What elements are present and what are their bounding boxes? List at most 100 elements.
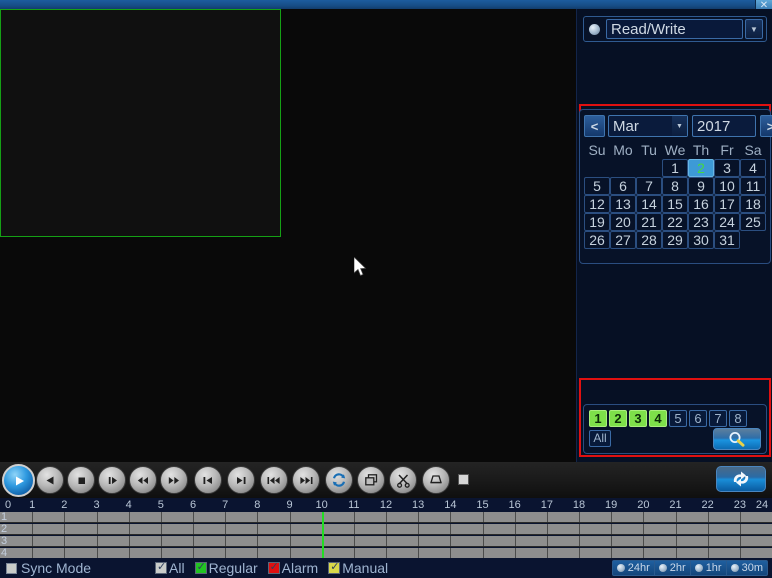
search-button[interactable] xyxy=(713,428,761,450)
calendar-day-17[interactable]: 17 xyxy=(714,195,740,213)
calendar-day-30[interactable]: 30 xyxy=(688,231,714,249)
channel-button-1[interactable]: 1 xyxy=(589,410,607,427)
calendar-day-23[interactable]: 23 xyxy=(688,213,714,231)
calendar-day-20[interactable]: 20 xyxy=(610,213,636,231)
sync-backup-button[interactable] xyxy=(716,466,766,492)
month-dropdown[interactable]: Mar ▼ xyxy=(608,115,688,137)
reverse-play-button[interactable] xyxy=(36,466,64,494)
play-button[interactable] xyxy=(2,464,35,497)
timeline-row-channel-1[interactable]: 1 xyxy=(0,511,772,523)
calendar-day-5[interactable]: 5 xyxy=(584,177,610,195)
calendar-day-3[interactable]: 3 xyxy=(714,159,740,177)
previous-frame-button[interactable] xyxy=(194,466,222,494)
repeat-button[interactable] xyxy=(325,466,353,494)
timeline-row-channel-3[interactable]: 3 xyxy=(0,535,772,547)
calendar-day-28[interactable]: 28 xyxy=(636,231,662,249)
legend-item-regular[interactable]: Regular xyxy=(194,560,258,576)
calendar-day-19[interactable]: 19 xyxy=(584,213,610,231)
radio-icon[interactable] xyxy=(658,564,667,572)
legend-item-manual[interactable]: Manual xyxy=(328,560,388,576)
calendar-day-25[interactable]: 25 xyxy=(740,213,766,231)
chevron-down-icon[interactable]: ▼ xyxy=(672,116,687,136)
multi-window-button[interactable] xyxy=(357,466,385,494)
year-input[interactable]: 2017 xyxy=(692,115,756,137)
calendar-day-10[interactable]: 10 xyxy=(714,177,740,195)
next-file-button[interactable] xyxy=(292,466,320,494)
timeline-row-channel-2[interactable]: 2 xyxy=(0,523,772,535)
zoom-option-1hr[interactable]: 1hr xyxy=(691,560,727,576)
zoom-option-24hr[interactable]: 24hr xyxy=(613,560,655,576)
next-month-button[interactable]: > xyxy=(760,115,772,137)
calendar-day-26[interactable]: 26 xyxy=(584,231,610,249)
video-pane-channel-1[interactable] xyxy=(0,9,281,237)
legend-checkbox-regular[interactable] xyxy=(194,560,207,574)
timeline-channel-rows[interactable]: 1234 xyxy=(0,511,772,559)
sync-mode-checkbox[interactable] xyxy=(6,562,17,574)
calendar-day-15[interactable]: 15 xyxy=(662,195,688,213)
calendar-day-24[interactable]: 24 xyxy=(714,213,740,231)
calendar-widget[interactable]: < Mar ▼ 2017 > Su Mo Tu We Th Fr Sa 1234567891… xyxy=(579,109,772,264)
timeline-gridline xyxy=(225,524,227,534)
archive-icon xyxy=(430,475,442,484)
calendar-day-12[interactable]: 12 xyxy=(584,195,610,213)
backup-archive-button[interactable] xyxy=(422,466,450,494)
storage-mode-selector[interactable]: Read/Write ▼ xyxy=(583,16,767,42)
calendar-day-4[interactable]: 4 xyxy=(740,159,766,177)
calendar-day-7[interactable]: 7 xyxy=(636,177,662,195)
calendar-day-2[interactable]: 2 xyxy=(688,159,714,177)
prev-month-button[interactable]: < xyxy=(584,115,605,137)
windows-icon xyxy=(364,474,377,486)
timeline-widget[interactable]: 0 1 2 3 4 5 6 7 8 9 10 11 12 13 14 15 16 17 18 19 20 21 22 23 24… xyxy=(0,498,772,559)
calendar-day-13[interactable]: 13 xyxy=(610,195,636,213)
storage-mode-value[interactable]: Read/Write xyxy=(606,19,743,39)
calendar-day-29[interactable]: 29 xyxy=(662,231,688,249)
calendar-day-8[interactable]: 8 xyxy=(662,177,688,195)
fast-forward-button[interactable] xyxy=(160,466,188,494)
calendar-day-31[interactable]: 31 xyxy=(714,231,740,249)
channel-button-7[interactable]: 7 xyxy=(709,410,727,427)
channel-button-6[interactable]: 6 xyxy=(689,410,707,427)
channel-button-3[interactable]: 3 xyxy=(629,410,647,427)
chevron-down-icon[interactable]: ▼ xyxy=(745,19,763,39)
channel-button-8[interactable]: 8 xyxy=(729,410,747,427)
calendar-day-27[interactable]: 27 xyxy=(610,231,636,249)
calendar-day-11[interactable]: 11 xyxy=(740,177,766,195)
zoom-option-2hr[interactable]: 2hr xyxy=(655,560,691,576)
legend-checkbox-all[interactable] xyxy=(155,560,168,574)
legend-checkbox-manual[interactable] xyxy=(328,560,341,574)
legend-item-alarm[interactable]: Alarm xyxy=(267,560,318,576)
previous-file-button[interactable] xyxy=(260,466,288,494)
channel-button-5[interactable]: 5 xyxy=(669,410,687,427)
rewind-button[interactable] xyxy=(129,466,157,494)
timeline-row-label-4: 4 xyxy=(1,547,8,559)
stop-button[interactable] xyxy=(67,466,95,494)
calendar-day-6[interactable]: 6 xyxy=(610,177,636,195)
channel-button-2[interactable]: 2 xyxy=(609,410,627,427)
slow-play-button[interactable] xyxy=(98,466,126,494)
calendar-day-18[interactable]: 18 xyxy=(740,195,766,213)
radio-icon[interactable] xyxy=(730,564,739,572)
legend-item-all[interactable]: All xyxy=(155,560,185,576)
calendar-day-21[interactable]: 21 xyxy=(636,213,662,231)
radio-filled-icon[interactable] xyxy=(589,23,600,35)
timeline-gridline xyxy=(225,512,227,522)
clip-button[interactable] xyxy=(389,466,417,494)
next-frame-button[interactable] xyxy=(227,466,255,494)
calendar-day-14[interactable]: 14 xyxy=(636,195,662,213)
calendar-day-9[interactable]: 9 xyxy=(688,177,714,195)
timeline-playhead[interactable] xyxy=(321,512,324,558)
radio-icon[interactable] xyxy=(694,564,703,572)
calendar-day-22[interactable]: 22 xyxy=(662,213,688,231)
zoom-option-30m[interactable]: 30m xyxy=(727,560,767,576)
channel-all-button[interactable]: All xyxy=(589,430,611,447)
timeline-gridline xyxy=(482,524,484,534)
timeline-gridline xyxy=(32,512,34,522)
timeline-gridline xyxy=(418,512,420,522)
stop-square-icon[interactable] xyxy=(458,474,469,485)
channel-button-4[interactable]: 4 xyxy=(649,410,667,427)
video-display-area[interactable] xyxy=(0,9,576,462)
calendar-day-16[interactable]: 16 xyxy=(688,195,714,213)
legend-checkbox-alarm[interactable] xyxy=(267,560,280,574)
radio-icon[interactable] xyxy=(616,564,625,572)
calendar-day-1[interactable]: 1 xyxy=(662,159,688,177)
